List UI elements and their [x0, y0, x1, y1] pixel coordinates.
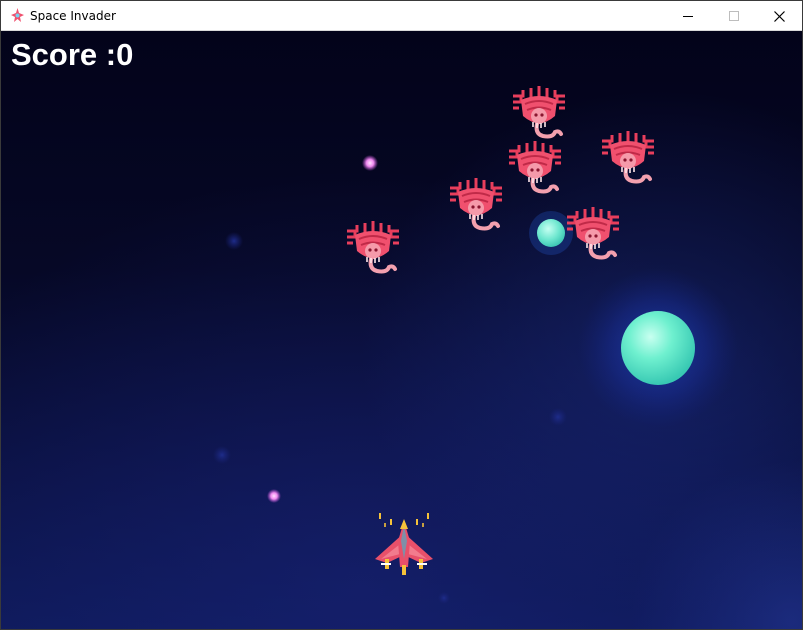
blue-dot [438, 592, 450, 604]
maximize-icon [729, 11, 739, 21]
enemy-alien [507, 141, 563, 194]
pink-star [267, 489, 281, 503]
minimize-button[interactable] [665, 1, 711, 31]
enemy-alien [448, 178, 504, 231]
close-button[interactable] [756, 1, 802, 31]
score-display: Score :0 [11, 37, 134, 72]
blue-dot [549, 408, 567, 426]
close-icon [773, 10, 785, 22]
blue-dot [225, 232, 243, 250]
small-planet [537, 219, 565, 247]
enemy-alien [565, 207, 621, 260]
maximize-button[interactable] [711, 1, 757, 31]
player-ship[interactable] [371, 511, 437, 577]
pink-star [362, 155, 378, 171]
enemy-alien [600, 131, 656, 184]
app-icon [11, 8, 24, 22]
title-bar[interactable]: Space Invader [1, 1, 802, 31]
game-canvas[interactable]: Score :0 [1, 31, 802, 629]
window-title: Space Invader [30, 9, 116, 23]
blue-dot [213, 446, 231, 464]
large-planet [621, 311, 695, 385]
enemy-alien [345, 221, 401, 274]
enemy-alien [511, 86, 567, 139]
minimize-icon [683, 16, 693, 17]
game-window: Space Invader Score:0 [0, 0, 803, 630]
